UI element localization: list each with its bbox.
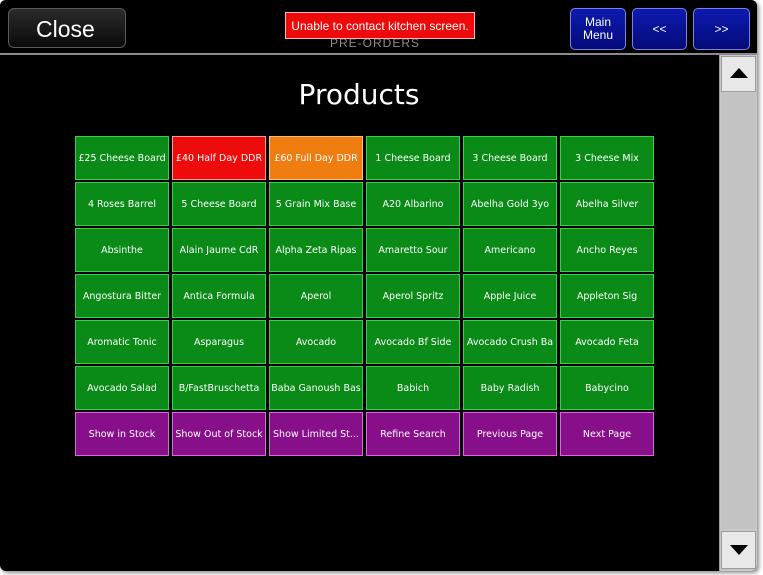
previous-screen-button[interactable]: << [632, 8, 687, 50]
product-button[interactable]: Appleton Sig [560, 274, 654, 318]
product-button[interactable]: Aperol Spritz [366, 274, 460, 318]
product-button[interactable]: Avocado Crush Ba [463, 320, 557, 364]
product-button[interactable]: Avocado Salad [75, 366, 169, 410]
product-button[interactable]: Americano [463, 228, 557, 272]
page-title: Products [298, 78, 420, 111]
product-button[interactable]: Babycino [560, 366, 654, 410]
product-button[interactable]: B/FastBruschetta [172, 366, 266, 410]
product-button[interactable]: Babich [366, 366, 460, 410]
product-button[interactable]: A20 Albarino [366, 182, 460, 226]
scroll-track[interactable] [721, 93, 756, 529]
product-button[interactable]: Avocado Bf Side [366, 320, 460, 364]
show-in-stock-button[interactable]: Show in Stock [75, 412, 169, 456]
product-button[interactable]: 4 Roses Barrel [75, 182, 169, 226]
show-out-of-stock-button[interactable]: Show Out of Stock [172, 412, 266, 456]
product-button[interactable]: Baba Ganoush Bas [269, 366, 363, 410]
product-button[interactable]: 5 Cheese Board [172, 182, 266, 226]
product-button[interactable]: Ancho Reyes [560, 228, 654, 272]
top-bar: Close PRE-ORDERS Unable to contact kitch… [0, 0, 757, 55]
product-button[interactable]: Angostura Bitter [75, 274, 169, 318]
product-button[interactable]: Asparagus [172, 320, 266, 364]
product-button[interactable]: Absinthe [75, 228, 169, 272]
product-button[interactable]: 3 Cheese Board [463, 136, 557, 180]
product-button[interactable]: Abelha Gold 3yo [463, 182, 557, 226]
product-button[interactable]: 5 Grain Mix Base [269, 182, 363, 226]
product-button[interactable]: Avocado [269, 320, 363, 364]
product-button[interactable]: Amaretto Sour [366, 228, 460, 272]
kitchen-alert-message: Unable to contact kitchen screen. [285, 12, 475, 39]
triangle-down-icon [730, 545, 748, 555]
product-button[interactable]: Avocado Feta [560, 320, 654, 364]
product-button[interactable]: Alain Jaume CdR [172, 228, 266, 272]
product-button[interactable]: Aperol [269, 274, 363, 318]
refine-search-button[interactable]: Refine Search [366, 412, 460, 456]
close-button[interactable]: Close [8, 8, 126, 48]
main-menu-button[interactable]: Main Menu [570, 8, 626, 50]
show-limited-stock-button[interactable]: Show Limited St... [269, 412, 363, 456]
vertical-scrollbar[interactable] [719, 55, 757, 571]
product-button[interactable]: Aromatic Tonic [75, 320, 169, 364]
triangle-up-icon [730, 68, 748, 78]
pos-window: Close PRE-ORDERS Unable to contact kitch… [0, 0, 757, 571]
product-button[interactable]: 1 Cheese Board [366, 136, 460, 180]
product-button[interactable]: Alpha Zeta Ripas [269, 228, 363, 272]
scroll-up-button[interactable] [721, 56, 756, 92]
product-button[interactable]: Antica Formula [172, 274, 266, 318]
product-button[interactable]: £60 Full Day DDR [269, 136, 363, 180]
previous-page-button[interactable]: Previous Page [463, 412, 557, 456]
product-button[interactable]: 3 Cheese Mix [560, 136, 654, 180]
scroll-down-button[interactable] [721, 531, 756, 569]
product-button[interactable]: £25 Cheese Board [75, 136, 169, 180]
product-button[interactable]: Abelha Silver [560, 182, 654, 226]
product-button[interactable]: Apple Juice [463, 274, 557, 318]
next-screen-button[interactable]: >> [693, 8, 750, 50]
product-button[interactable]: £40 Half Day DDR [172, 136, 266, 180]
product-button[interactable]: Baby Radish [463, 366, 557, 410]
next-page-button[interactable]: Next Page [560, 412, 654, 456]
